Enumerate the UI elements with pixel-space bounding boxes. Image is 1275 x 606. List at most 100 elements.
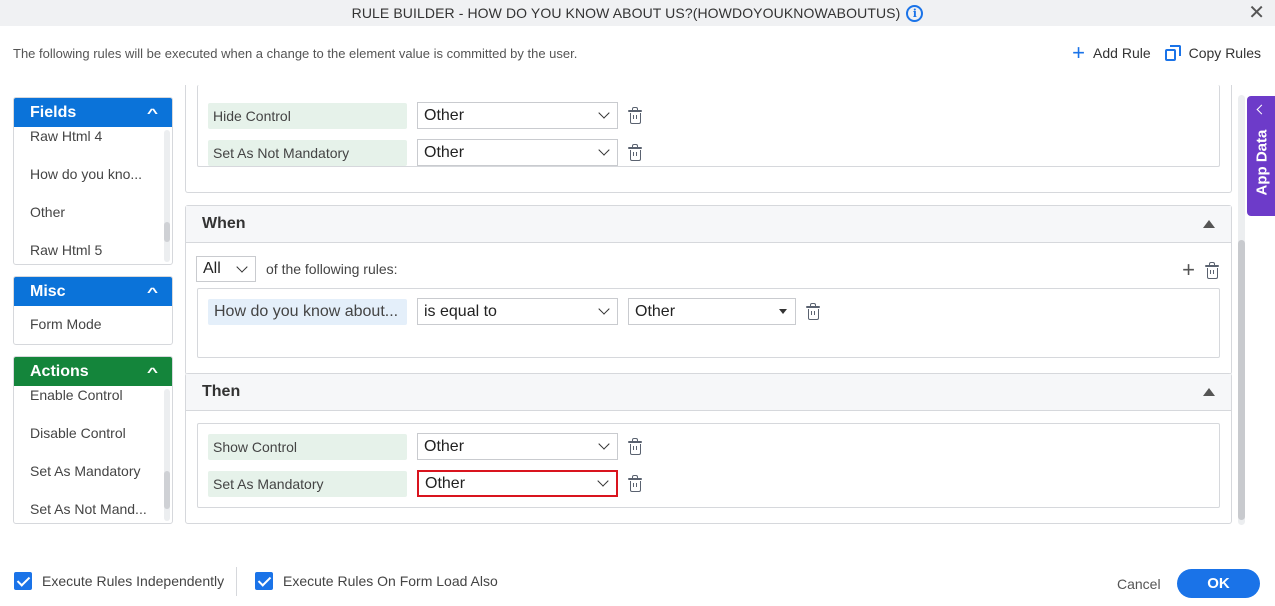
- control-select-highlighted[interactable]: Other: [417, 470, 618, 497]
- cancel-button[interactable]: Cancel: [1117, 576, 1161, 592]
- trash-icon[interactable]: [1205, 261, 1219, 279]
- select-value: Other: [424, 143, 465, 161]
- action-label: Set As Mandatory: [208, 470, 407, 497]
- misc-panel-header[interactable]: Misc ^: [14, 277, 172, 306]
- rules-scrollbar[interactable]: [1238, 95, 1245, 525]
- field-item[interactable]: Other: [14, 193, 172, 231]
- field-item[interactable]: How do you kno...: [14, 155, 172, 193]
- select-value: Other: [424, 437, 465, 455]
- then-title: Then: [202, 383, 241, 400]
- action-row: Set As Not Mandatory Other: [208, 139, 642, 166]
- actions-panel-title: Actions: [30, 362, 89, 380]
- trash-icon[interactable]: [628, 438, 642, 455]
- collapse-icon[interactable]: [1203, 220, 1215, 228]
- trash-icon[interactable]: [628, 144, 642, 161]
- checkbox-checked-icon: [255, 572, 273, 590]
- action-item[interactable]: Set As Not Mand...: [14, 490, 172, 523]
- action-row: Hide Control Other: [208, 102, 642, 129]
- action-label: Set As Not Mandatory: [208, 139, 407, 166]
- operator-value: is equal to: [424, 302, 497, 320]
- chevron-down-icon: [597, 475, 609, 487]
- checkbox-label: Execute Rules On Form Load Also: [283, 573, 498, 589]
- ok-button[interactable]: OK: [1177, 569, 1260, 598]
- then-header: Then: [186, 374, 1231, 411]
- condition-value: Other: [635, 302, 676, 320]
- actions-scrollbar-thumb[interactable]: [164, 471, 170, 509]
- copy-rules-button[interactable]: Copy Rules: [1164, 45, 1261, 61]
- info-icon[interactable]: i: [906, 4, 924, 22]
- field-item[interactable]: Raw Html 4: [14, 117, 172, 155]
- add-condition-icon[interactable]: +: [1182, 259, 1195, 281]
- checkbox-label: Execute Rules Independently: [42, 573, 225, 589]
- condition-row: How do you know about... is equal to Oth…: [208, 298, 820, 325]
- action-item[interactable]: Set As Mandatory: [14, 452, 172, 490]
- when-title: When: [202, 215, 246, 232]
- divider: [236, 567, 237, 596]
- condition-field: How do you know about...: [208, 298, 407, 325]
- action-label: Hide Control: [208, 102, 407, 129]
- field-item[interactable]: Raw Html 5: [14, 231, 172, 264]
- checkbox-checked-icon: [14, 572, 32, 590]
- misc-panel-title: Misc: [30, 282, 66, 300]
- rules-description: The following rules will be executed whe…: [13, 46, 578, 61]
- operator-select[interactable]: is equal to: [417, 298, 618, 325]
- close-icon[interactable]: ✕: [1248, 2, 1265, 24]
- chevron-left-icon: [1256, 104, 1267, 115]
- misc-panel: Misc ^ Form Mode: [13, 276, 173, 345]
- condition-value-select[interactable]: Other: [628, 298, 796, 325]
- trash-icon[interactable]: [628, 475, 642, 492]
- plus-icon: +: [1072, 40, 1086, 65]
- chevron-down-icon: [598, 303, 610, 315]
- action-row: Show Control Other: [208, 433, 642, 460]
- dialog-titlebar: RULE BUILDER - HOW DO YOU KNOW ABOUT US?…: [0, 0, 1275, 26]
- add-rule-label: Add Rule: [1093, 45, 1151, 61]
- execute-independently-checkbox[interactable]: Execute Rules Independently: [14, 572, 224, 590]
- rules-scrollbar-thumb[interactable]: [1238, 240, 1245, 520]
- misc-item[interactable]: Form Mode: [14, 306, 172, 342]
- match-mode-select[interactable]: All: [196, 256, 256, 282]
- previous-rule-card: Hide Control Other Set As Not Mandatory …: [185, 85, 1232, 193]
- collapse-icon[interactable]: [1203, 388, 1215, 396]
- control-select[interactable]: Other: [417, 433, 618, 460]
- action-row: Set As Mandatory Other: [208, 470, 642, 497]
- fields-panel-title: Fields: [30, 103, 77, 121]
- action-item[interactable]: Enable Control: [14, 376, 172, 414]
- match-row: All of the following rules:: [196, 256, 398, 282]
- fields-scrollbar-track[interactable]: [164, 130, 170, 262]
- control-select[interactable]: Other: [417, 139, 618, 166]
- dialog-footer: Execute Rules Independently Execute Rule…: [0, 565, 1275, 600]
- chevron-down-icon: [598, 144, 610, 156]
- rule-toolbar: + Add Rule Copy Rules: [1058, 40, 1261, 65]
- chevron-down-icon: [598, 438, 610, 450]
- select-value: Other: [424, 106, 465, 124]
- select-value: Other: [425, 474, 466, 492]
- match-mode-value: All: [203, 260, 221, 277]
- action-label: Show Control: [208, 433, 407, 460]
- when-header: When: [186, 206, 1231, 243]
- control-select[interactable]: Other: [417, 102, 618, 129]
- app-data-label: App Data: [1253, 129, 1271, 196]
- chevron-up-icon[interactable]: ^: [147, 285, 158, 299]
- trash-icon[interactable]: [628, 107, 642, 124]
- actions-panel: Actions ^ Enable Control Disable Control…: [13, 356, 173, 524]
- condition-tools: +: [1182, 259, 1219, 281]
- copy-rules-label: Copy Rules: [1188, 45, 1261, 61]
- when-card: When All of the following rules: + How d…: [185, 205, 1232, 375]
- chevron-up-icon[interactable]: ^: [147, 365, 158, 379]
- copy-icon: [1164, 45, 1181, 61]
- match-suffix: of the following rules:: [266, 261, 398, 277]
- caret-down-icon: [779, 309, 787, 314]
- chevron-up-icon[interactable]: ^: [147, 106, 158, 120]
- chevron-down-icon: [236, 260, 248, 273]
- execute-on-load-checkbox[interactable]: Execute Rules On Form Load Also: [255, 572, 498, 590]
- app-data-tab[interactable]: App Data: [1247, 96, 1275, 216]
- trash-icon[interactable]: [806, 303, 820, 320]
- dialog-title: RULE BUILDER - HOW DO YOU KNOW ABOUT US?…: [351, 5, 901, 21]
- chevron-down-icon: [598, 107, 610, 119]
- add-rule-button[interactable]: + Add Rule: [1072, 40, 1151, 65]
- action-item[interactable]: Disable Control: [14, 414, 172, 452]
- then-card: Then Show Control Other Set As Mandatory…: [185, 373, 1232, 524]
- fields-scrollbar-thumb[interactable]: [164, 222, 170, 242]
- rules-area: Hide Control Other Set As Not Mandatory …: [185, 85, 1232, 525]
- fields-panel: Fields ^ Raw Html 4 How do you kno... Ot…: [13, 97, 173, 265]
